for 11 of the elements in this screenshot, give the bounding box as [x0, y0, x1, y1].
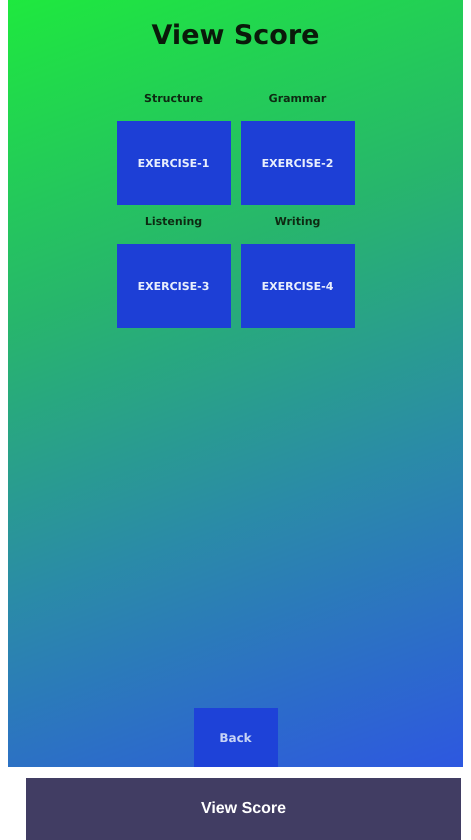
back-button[interactable]: Back [194, 708, 278, 767]
exercise-button[interactable]: EXERCISE-2 [240, 121, 354, 205]
caption-bar: View Score [26, 778, 461, 840]
exercise-button[interactable]: EXERCISE-4 [240, 244, 354, 328]
category-label: Listening [144, 215, 202, 229]
category-label: Grammar [268, 92, 326, 106]
category-label: Structure [144, 92, 203, 106]
exercise-button[interactable]: EXERCISE-3 [116, 244, 230, 328]
exercise-button[interactable]: EXERCISE-1 [116, 121, 230, 205]
category-label: Writing [274, 215, 320, 229]
screen-title: View Score [152, 20, 320, 52]
